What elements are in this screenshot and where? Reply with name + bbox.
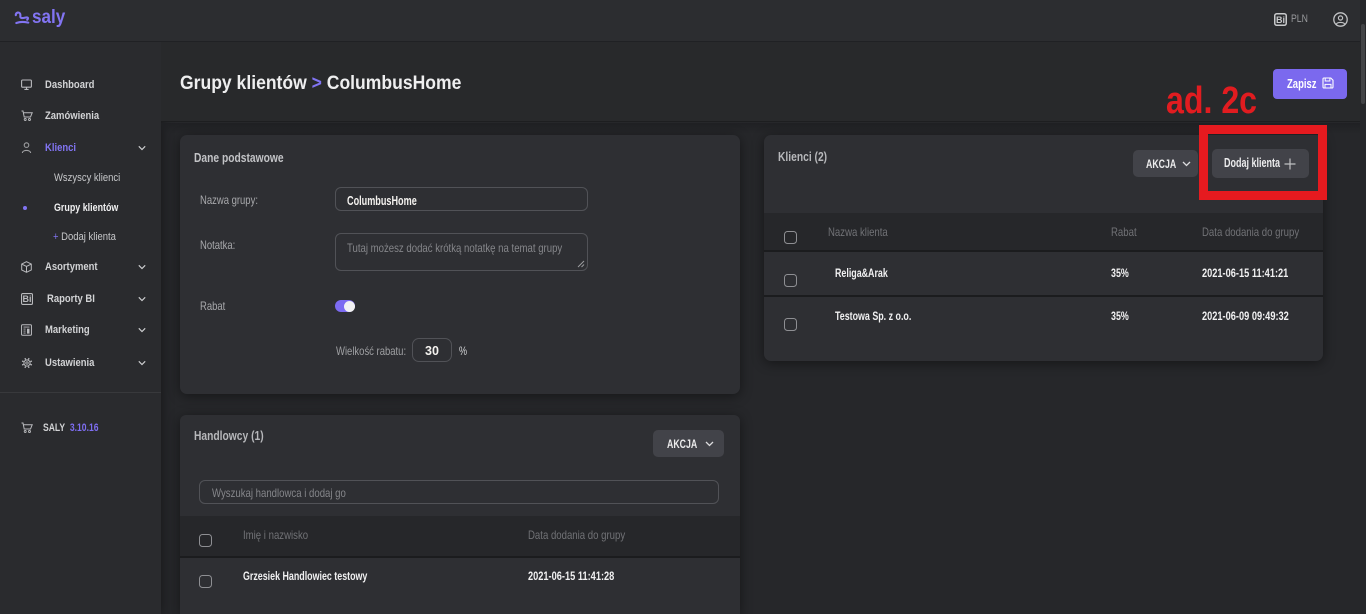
- svg-text:Bi: Bi: [1276, 15, 1285, 25]
- svg-text:Bi: Bi: [23, 294, 32, 304]
